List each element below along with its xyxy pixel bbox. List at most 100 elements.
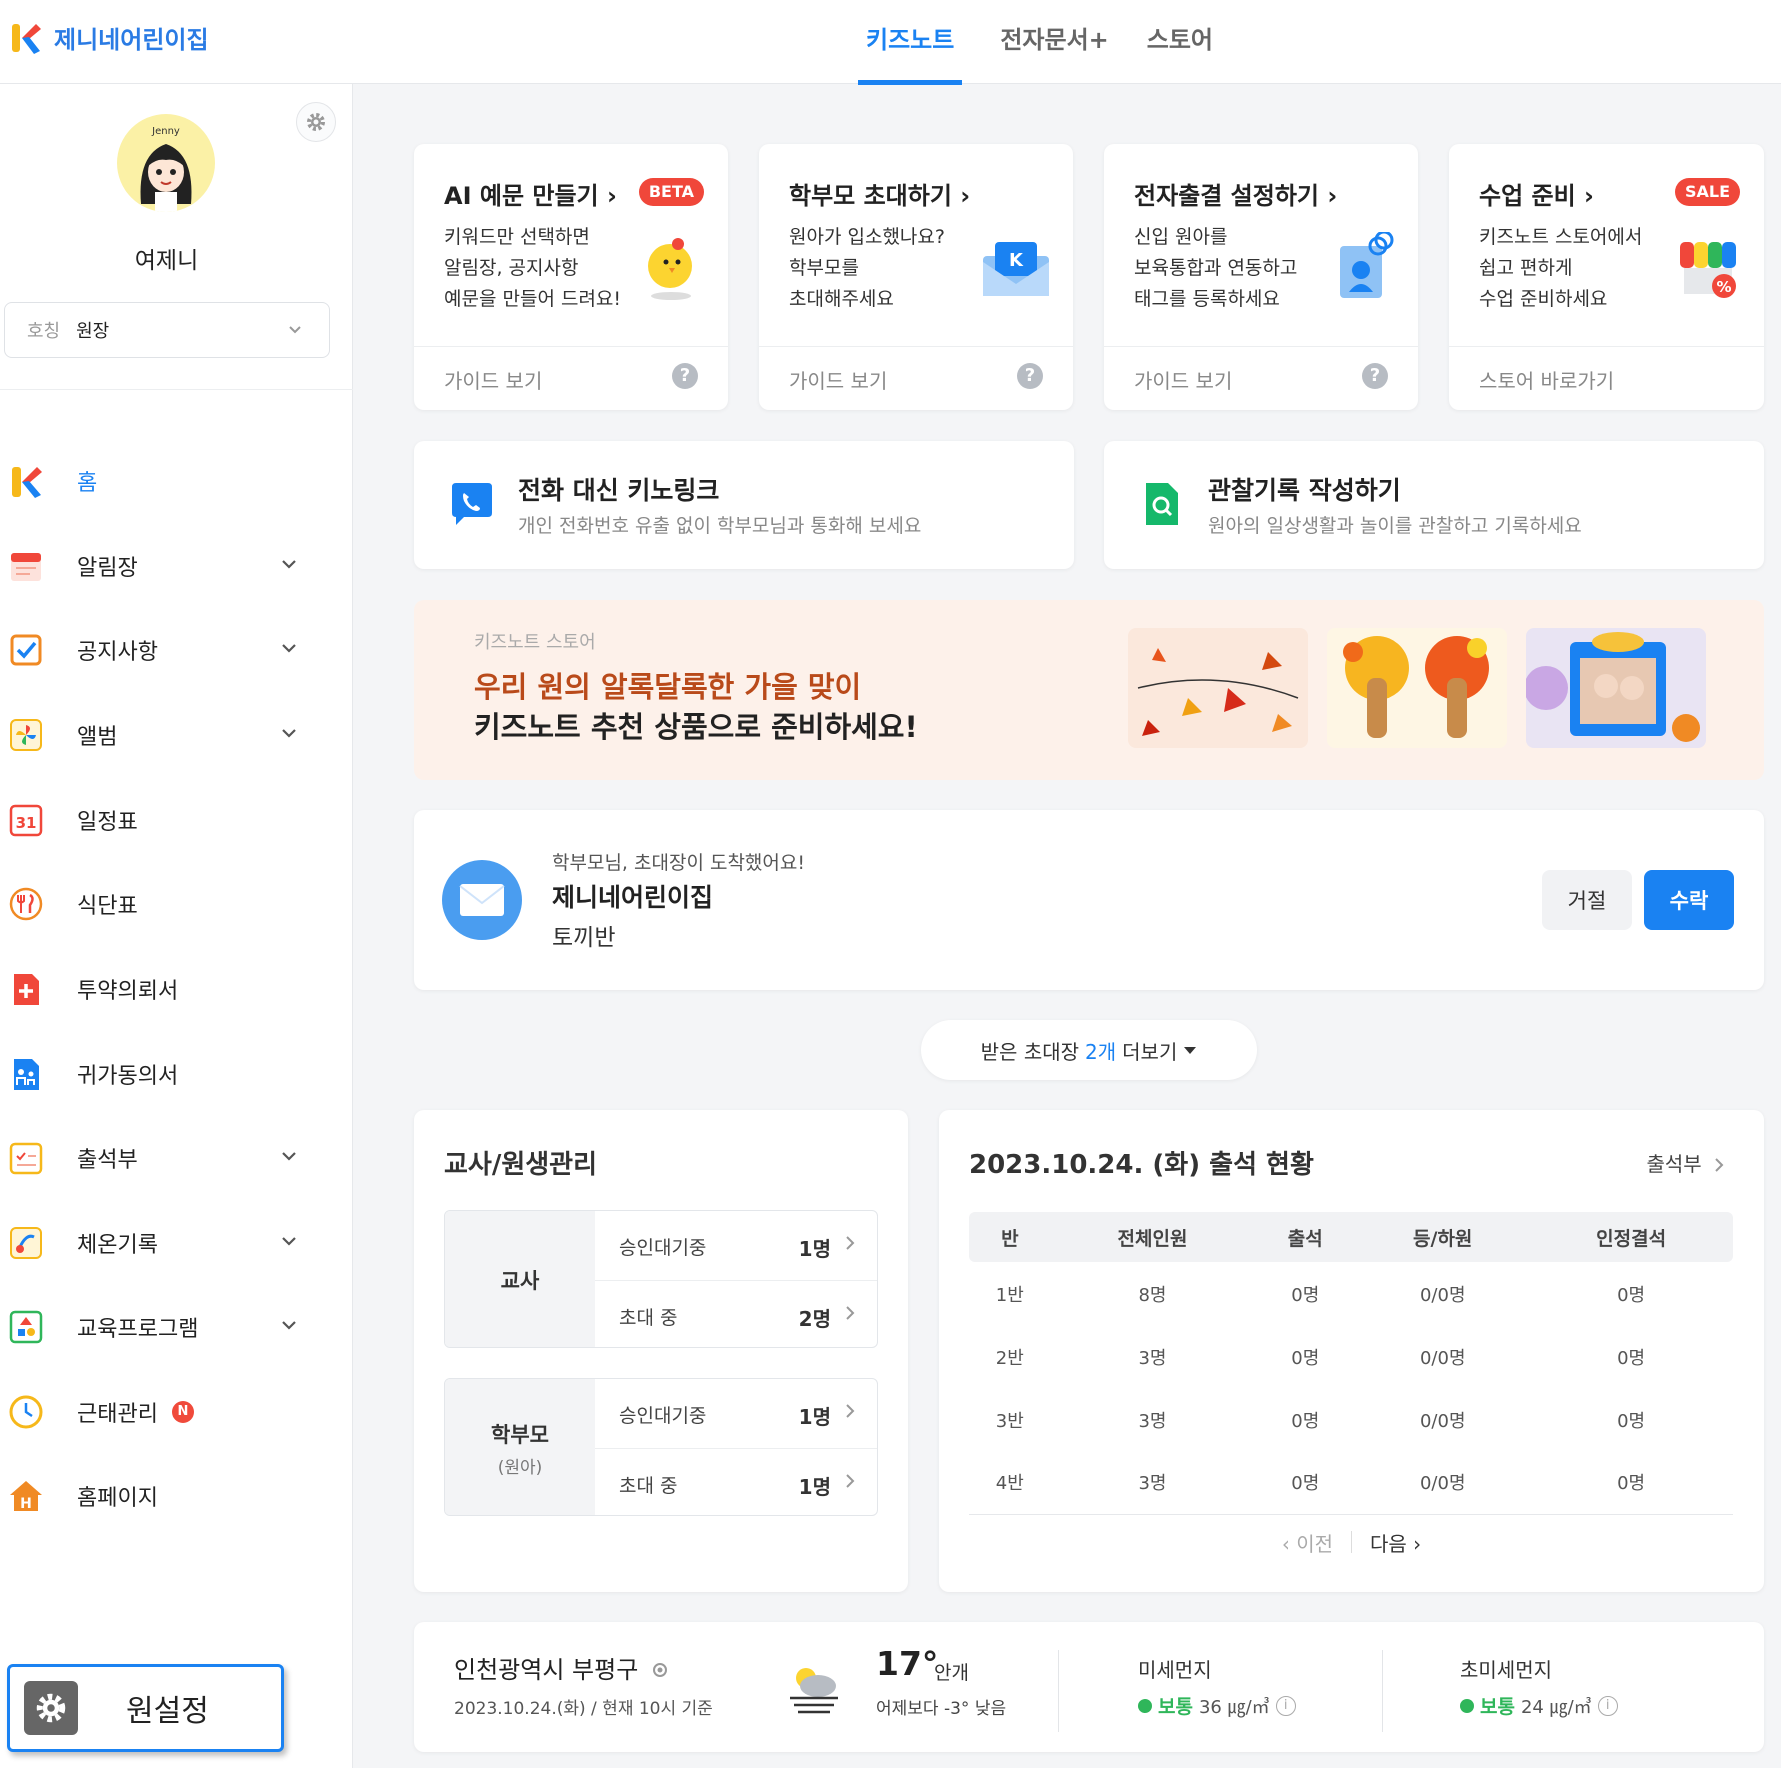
teacher-inviting-row[interactable]: 초대 중 2명 <box>595 1280 877 1347</box>
sidebar-item-label: 앨범 <box>77 725 118 750</box>
parent-inviting-row[interactable]: 초대 중 1명 <box>595 1448 877 1515</box>
kinolink-subtitle: 개인 전화번호 유출 없이 학부모님과 통화해 보세요 <box>518 515 922 537</box>
svg-text:H: H <box>20 1496 32 1512</box>
chevron-down-icon[interactable] <box>280 1147 298 1169</box>
parent-pending-row[interactable]: 승인대기중 1명 <box>595 1379 877 1448</box>
banner-kicker: 키즈노트 스토어 <box>474 632 596 653</box>
sidebar-item-0[interactable]: 홈 <box>0 451 353 511</box>
product-image-photo-frame[interactable] <box>1526 628 1706 748</box>
quick-card-class-prep[interactable]: 수업 준비 › SALE 키즈노트 스토어에서 쉽고 편하게 수업 준비하세요 % … <box>1449 144 1764 410</box>
row-label: 승인대기중 <box>619 1237 707 1259</box>
chevron-right-icon <box>846 1404 855 1418</box>
weather-location[interactable]: 인천광역시 부평구 <box>454 1650 670 1685</box>
quick-card-ai-example[interactable]: AI 예문 만들기 › BETA 키워드만 선택하면 알림장, 공지사항 예문을 만… <box>414 144 728 410</box>
sidebar-item-label: 공지사항 <box>77 640 158 665</box>
ultrafine-dust-status: 보통 <box>1480 1696 1515 1718</box>
row-label: 초대 중 <box>619 1475 678 1497</box>
product-image-leaves[interactable] <box>1128 628 1308 748</box>
education-icon <box>8 1309 44 1345</box>
mail-icon <box>442 860 522 940</box>
table-cell: 0명 <box>1291 1284 1320 1306</box>
info-icon[interactable]: i <box>1275 1695 1296 1716</box>
utensils-icon <box>8 886 44 922</box>
center-settings-label: 원설정 <box>126 1694 209 1729</box>
quick-card-invite-parents[interactable]: 학부모 초대하기 › 원아가 입소했나요? 학부모를 초대해주세요 K 가이드 보기… <box>759 144 1073 410</box>
accept-button[interactable]: 수락 <box>1644 870 1734 930</box>
more-invitations-button[interactable]: 받은 초대장 2개 더보기 <box>921 1020 1257 1080</box>
brand[interactable]: 제니네어린이집 <box>10 20 209 55</box>
attendance-icon <box>8 1140 44 1176</box>
observation-card[interactable]: 관찰기록 작성하기 원아의 일상생활과 놀이를 관찰하고 기록하세요 <box>1104 441 1764 569</box>
chevron-down-icon[interactable] <box>280 1316 298 1338</box>
tab-edocs[interactable]: 전자문서+ <box>1000 0 1108 84</box>
prev-page-button[interactable]: ‹ 이전 <box>1282 1528 1333 1557</box>
help-icon[interactable]: ? <box>1362 363 1388 389</box>
attendance-book-link[interactable]: 출석부 <box>1646 1148 1724 1177</box>
teacher-pending-row[interactable]: 승인대기중 1명 <box>595 1211 877 1280</box>
product-image-trees[interactable] <box>1327 628 1507 748</box>
table-cell: 0명 <box>1617 1410 1646 1432</box>
table-row: 1반 8명 0명 0/0명 0명 <box>969 1262 1733 1325</box>
guide-link: 가이드 보기 <box>789 369 888 393</box>
center-settings-button[interactable]: 원설정 <box>7 1664 284 1752</box>
attendance-pager: ‹ 이전 다음 › <box>939 1528 1764 1557</box>
sidebar-item-9[interactable]: 체온기록 <box>0 1213 353 1273</box>
chick-icon <box>648 238 692 300</box>
attendance-title: 2023.10.24. (화) 출석 현황 <box>969 1150 1314 1180</box>
table-cell: 3명 <box>1138 1410 1167 1432</box>
chevron-down-icon[interactable] <box>280 639 298 661</box>
weather-date: 2023.10.24.(화) / 현재 10시 기준 <box>454 1699 713 1719</box>
quick-card-footer[interactable]: 가이드 보기 ? <box>414 346 728 410</box>
role-select[interactable]: 호칭 원장 <box>4 302 330 358</box>
table-cell: 1반 <box>995 1284 1024 1306</box>
sidebar-item-2[interactable]: 공지사항 <box>0 620 353 680</box>
sidebar-item-label: 귀가동의서 <box>77 1064 179 1089</box>
fine-dust-amount: 36 ㎍/㎥ <box>1198 1696 1270 1718</box>
role-value: 원장 <box>76 321 110 342</box>
sidebar-item-8[interactable]: 출석부 <box>0 1128 353 1188</box>
row-value: 1명 <box>798 1405 831 1429</box>
help-icon[interactable]: ? <box>1017 363 1043 389</box>
chevron-down-icon <box>289 326 301 334</box>
next-page-button[interactable]: 다음 › <box>1370 1528 1421 1557</box>
sidebar-item-5[interactable]: 식단표 <box>0 874 353 934</box>
sidebar-item-1[interactable]: 알림장 <box>0 536 353 596</box>
status-dot <box>1460 1698 1474 1713</box>
row-value: 2명 <box>798 1307 831 1331</box>
notebook-icon <box>8 548 44 584</box>
guide-link: 가이드 보기 <box>1134 369 1233 393</box>
family-doc-icon <box>8 1056 44 1092</box>
svg-text:31: 31 <box>16 814 37 832</box>
sidebar-item-7[interactable]: 귀가동의서 <box>0 1044 353 1104</box>
attendance-panel: 2023.10.24. (화) 출석 현황 출석부 반 전체인원 출석 등/하원… <box>939 1110 1764 1592</box>
sidebar-item-11[interactable]: 근태관리 N <box>0 1382 353 1442</box>
help-icon[interactable]: ? <box>672 363 698 389</box>
info-icon[interactable]: i <box>1597 1695 1618 1716</box>
quick-card-footer[interactable]: 스토어 바로가기 <box>1449 346 1764 410</box>
more-count: 2개 <box>1085 1039 1117 1064</box>
store-banner[interactable]: 키즈노트 스토어 우리 원의 알록달록한 가을 맞이 키즈노트 추천 상품으로 … <box>414 600 1764 780</box>
quick-card-title: 전자출결 설정하기 › <box>1134 182 1338 210</box>
quick-card-e-attendance[interactable]: 전자출결 설정하기 › 신입 원아를 보육통합과 연동하고 태그를 등록하세요 가이… <box>1104 144 1418 410</box>
sidebar-item-12[interactable]: H 홈페이지 <box>0 1466 353 1526</box>
tab-store[interactable]: 스토어 <box>1147 0 1213 84</box>
quick-card-title: 수업 준비 › <box>1479 182 1594 210</box>
kinolink-card[interactable]: 전화 대신 키노링크 개인 전화번호 유출 없이 학부모님과 통화해 보세요 <box>414 441 1074 569</box>
quick-card-footer[interactable]: 가이드 보기 ? <box>759 346 1073 410</box>
kinolink-title: 전화 대신 키노링크 <box>518 476 720 505</box>
quick-card-desc: 신입 원아를 보육통합과 연동하고 태그를 등록하세요 <box>1134 226 1298 310</box>
chevron-down-icon[interactable] <box>280 724 298 746</box>
quick-card-desc: 키워드만 선택하면 알림장, 공지사항 예문을 만들어 드려요! <box>444 226 622 310</box>
quick-card-footer[interactable]: 가이드 보기 ? <box>1104 346 1418 410</box>
chevron-down-icon[interactable] <box>280 1232 298 1254</box>
table-cell: 0명 <box>1617 1347 1646 1369</box>
chevron-down-icon[interactable] <box>280 555 298 577</box>
store-link: 스토어 바로가기 <box>1479 369 1615 393</box>
sidebar-item-10[interactable]: 교육프로그램 <box>0 1297 353 1357</box>
profile-settings-button[interactable] <box>296 102 336 142</box>
sidebar-item-4[interactable]: 31 일정표 <box>0 790 353 850</box>
sidebar-item-3[interactable]: 앨범 <box>0 705 353 765</box>
tab-kidsnote[interactable]: 키즈노트 <box>858 0 963 85</box>
reject-button[interactable]: 거절 <box>1542 870 1632 930</box>
sidebar-item-6[interactable]: 투약의뢰서 <box>0 959 353 1019</box>
